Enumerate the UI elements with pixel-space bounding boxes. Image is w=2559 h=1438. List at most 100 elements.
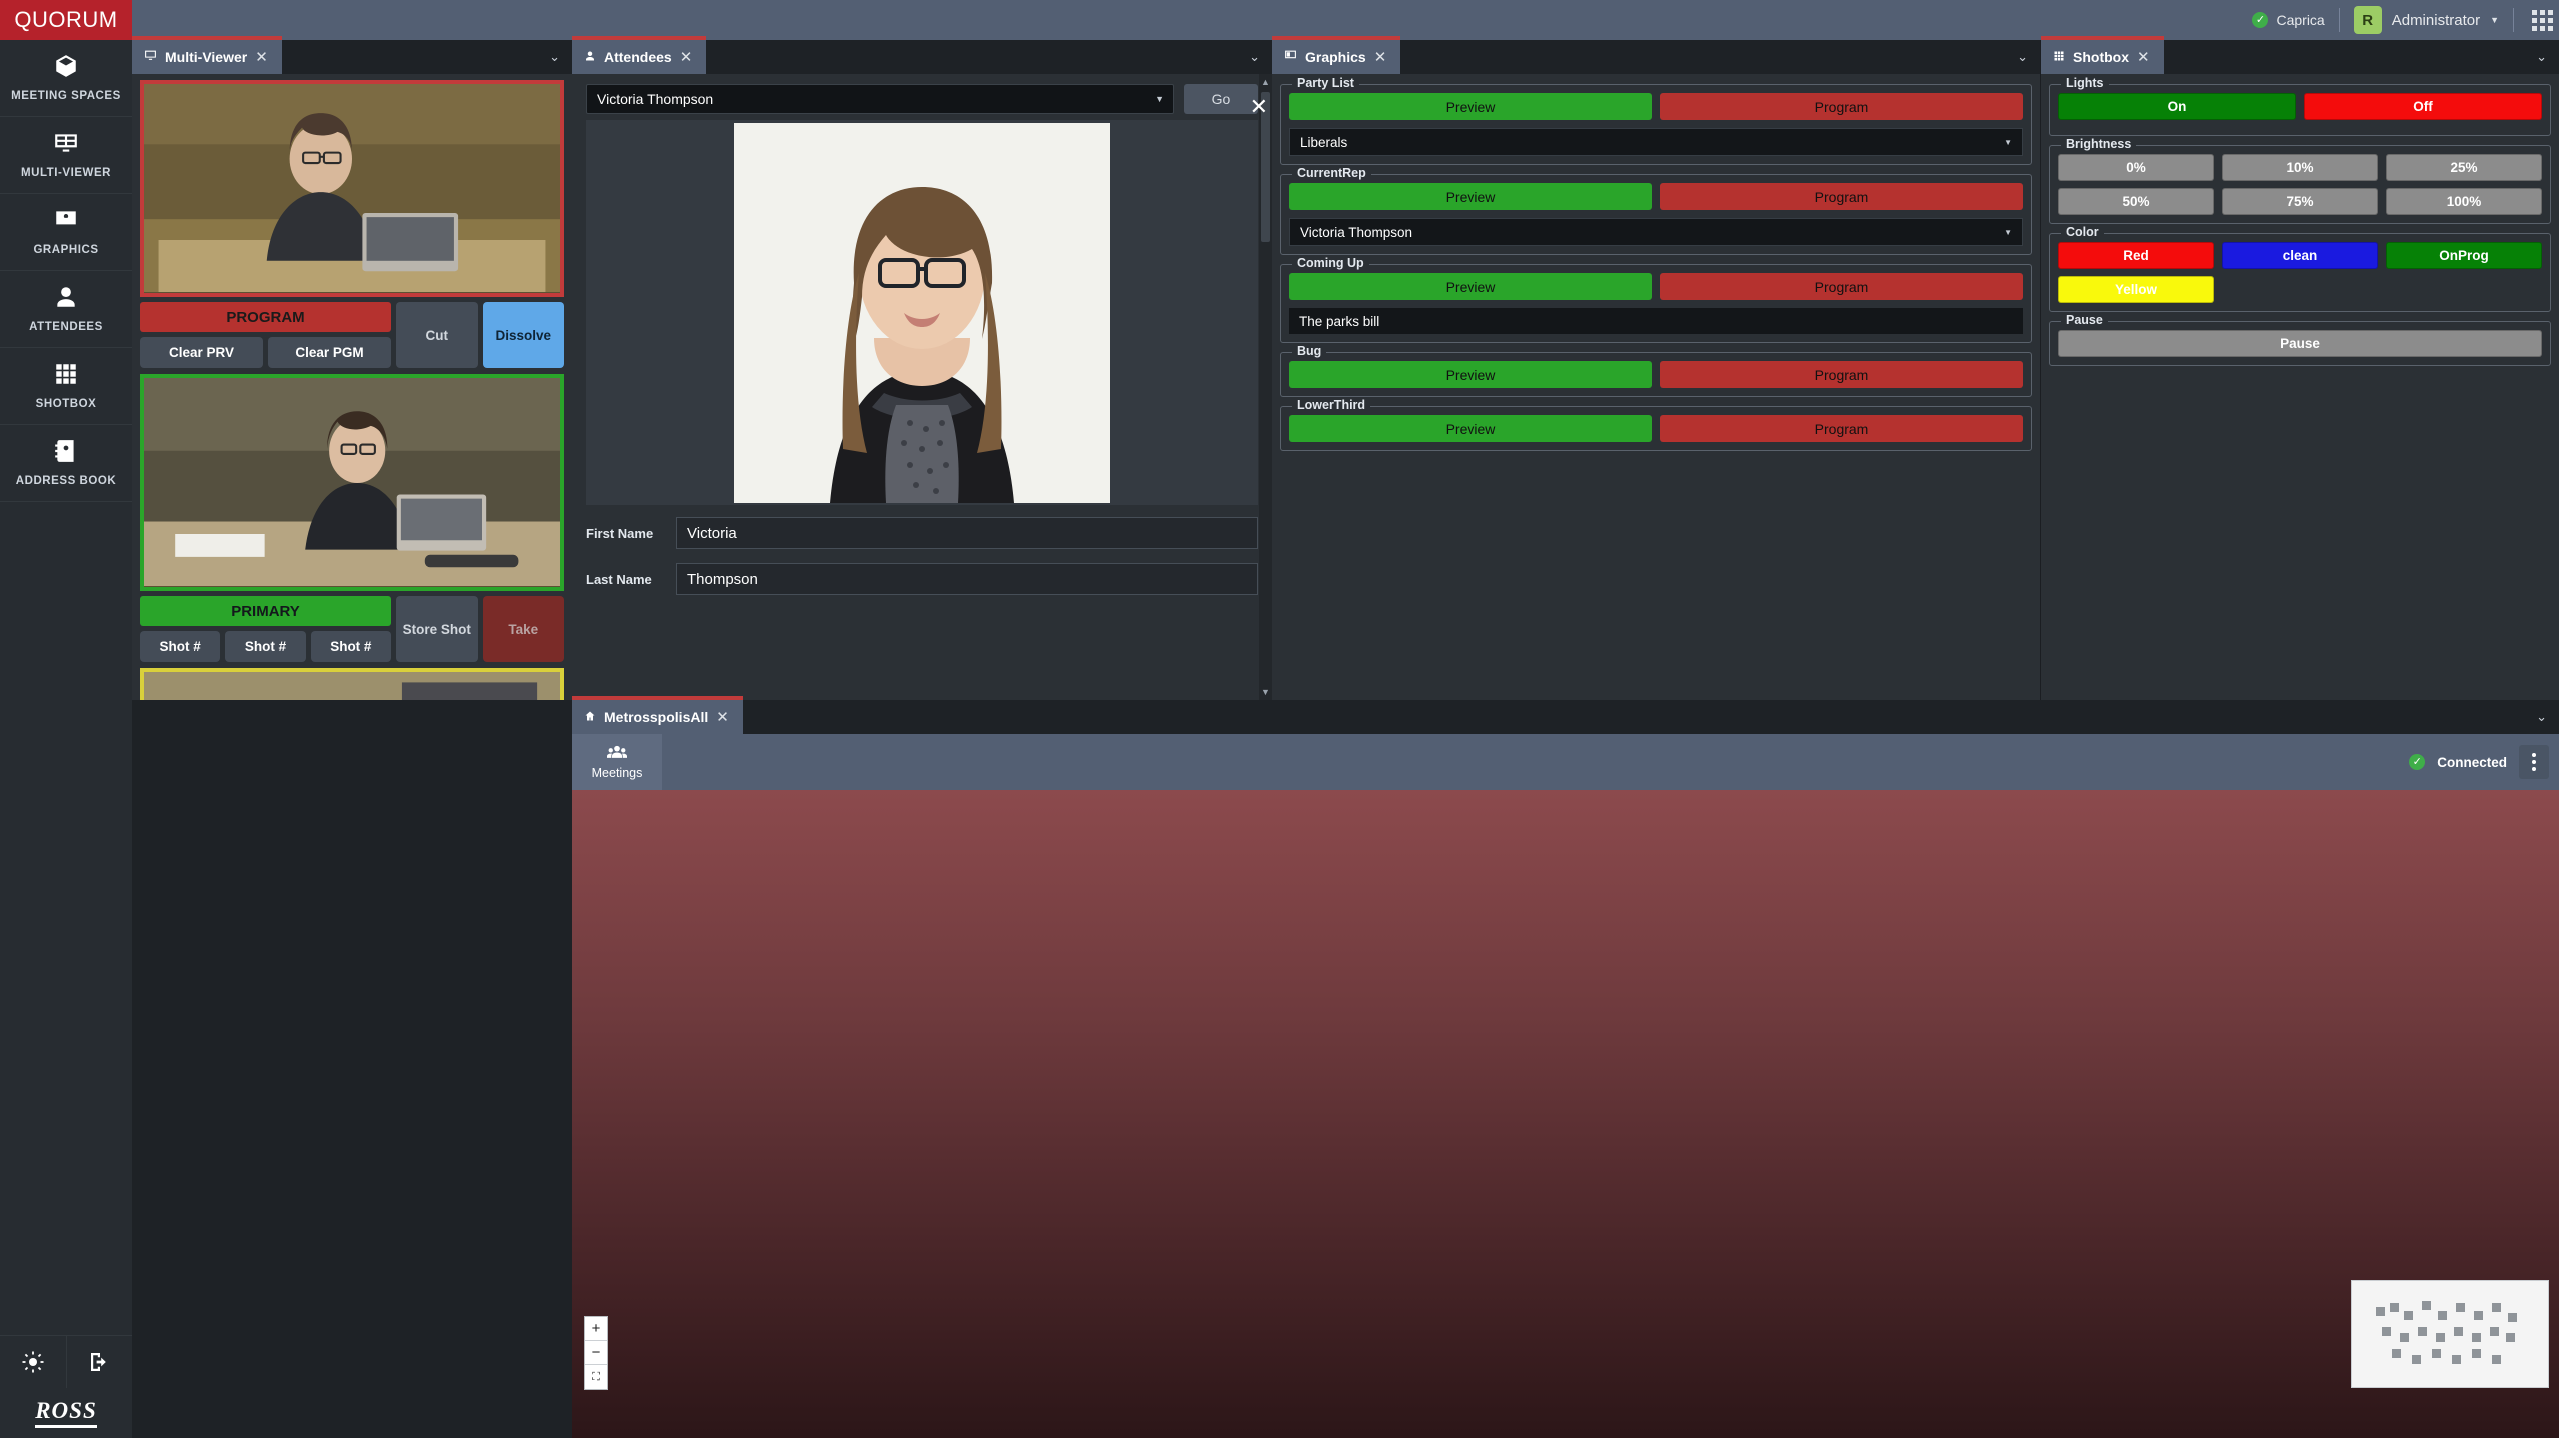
sidebar-item-shotbox[interactable]: SHOTBOX: [0, 348, 132, 425]
brightness-10-button[interactable]: 10%: [2222, 154, 2378, 181]
multiview-icon: [4, 130, 128, 156]
last-name-input[interactable]: Thompson: [676, 563, 1258, 595]
sidebar-item-attendees[interactable]: ATTENDEES: [0, 271, 132, 348]
sidebar-item-address-book[interactable]: ADDRESS BOOK: [0, 425, 132, 502]
preview-button[interactable]: Preview: [1289, 183, 1652, 210]
more-vertical-icon[interactable]: [2519, 745, 2549, 779]
brightness-75-button[interactable]: 75%: [2222, 188, 2378, 215]
preview-program-row: Preview Program: [1289, 415, 2023, 442]
program-button[interactable]: Program: [1660, 183, 2023, 210]
sidebar-item-meeting-spaces[interactable]: MEETING SPACES: [0, 40, 132, 117]
minimap[interactable]: [2351, 1280, 2549, 1388]
current-rep-select[interactable]: Victoria Thompson ▼: [1289, 218, 2023, 246]
video-thumbnail[interactable]: [140, 80, 564, 297]
preview-button[interactable]: Preview: [1289, 361, 1652, 388]
attendees-scrollbar[interactable]: ▲ ▼: [1259, 74, 1272, 700]
brightness-100-button[interactable]: 100%: [2386, 188, 2542, 215]
store-shot-button[interactable]: Store Shot: [396, 596, 478, 662]
close-icon[interactable]: ✕: [680, 48, 693, 66]
sidebar-item-label: GRAPHICS: [33, 244, 99, 256]
scroll-up-icon[interactable]: ▲: [1261, 77, 1270, 87]
program-button[interactable]: Program: [1660, 361, 2023, 388]
video-thumbnail[interactable]: [140, 668, 564, 700]
party-list-select[interactable]: Liberals ▼: [1289, 128, 2023, 156]
panel-shotbox: Shotbox ✕ ⌄ Lights On Off Brightness 0% …: [2040, 36, 2559, 700]
clear-prv-button[interactable]: Clear PRV: [140, 337, 263, 368]
shot-slot-button[interactable]: Shot #: [140, 631, 221, 662]
monitor-icon: [144, 49, 157, 65]
chevron-down-icon[interactable]: ⌄: [2536, 709, 2547, 725]
logout-icon[interactable]: [67, 1336, 133, 1388]
mv-state-button[interactable]: PRIMARY: [140, 596, 391, 626]
shotbox-group-pause: Pause Pause: [2049, 313, 2551, 366]
color-clean-button[interactable]: clean: [2222, 242, 2378, 269]
close-icon[interactable]: ✕: [255, 48, 268, 66]
sidebar-nav: MEETING SPACES MULTI-VIEWER GRAPHICS ATT…: [0, 40, 132, 1438]
shot-slot-button[interactable]: Shot #: [225, 631, 306, 662]
take-button[interactable]: Take: [482, 596, 564, 662]
grid-apps-icon[interactable]: [2532, 9, 2553, 31]
clear-pgm-button[interactable]: Clear PGM: [268, 337, 391, 368]
mv-block-secondary: SECONDARY Shot # Shot # Shot # Sto: [140, 668, 564, 700]
tab-label: Graphics: [1305, 49, 1366, 65]
attendee-select[interactable]: Victoria Thompson ▼: [586, 84, 1174, 114]
chevron-down-icon[interactable]: ⌄: [2536, 49, 2547, 65]
brightness-25-button[interactable]: 25%: [2386, 154, 2542, 181]
program-button[interactable]: Program: [1660, 93, 2023, 120]
dissolve-button[interactable]: Dissolve: [482, 302, 564, 368]
cut-button[interactable]: Cut: [396, 302, 478, 368]
video-thumbnail[interactable]: [140, 374, 564, 591]
close-icon[interactable]: ✕: [716, 708, 729, 726]
zoom-in-button[interactable]: +: [585, 1317, 607, 1341]
meeting-space-stage[interactable]: + − ⛶ R City MetRosspolis SCREEN: [572, 790, 2559, 1438]
tab-graphics[interactable]: Graphics ✕: [1272, 36, 1401, 74]
shot-slot-button[interactable]: Shot #: [310, 631, 391, 662]
chevron-down-icon[interactable]: ⌄: [549, 49, 560, 65]
sidebar-item-graphics[interactable]: GRAPHICS: [0, 194, 132, 271]
brightness-50-button[interactable]: 50%: [2058, 188, 2214, 215]
brightness-icon[interactable]: [0, 1336, 67, 1388]
sidebar-item-label: SHOTBOX: [35, 398, 97, 410]
tab-multi-viewer[interactable]: Multi-Viewer ✕: [132, 36, 282, 74]
panel-header-actions: ⌄: [1249, 40, 1272, 74]
close-panel-icon[interactable]: ✕: [1250, 94, 1268, 120]
program-button[interactable]: Program: [1660, 415, 2023, 442]
program-button[interactable]: Program: [1660, 273, 2023, 300]
tab-shotbox[interactable]: Shotbox ✕: [2041, 36, 2164, 74]
close-icon[interactable]: ✕: [1374, 48, 1387, 66]
scroll-down-icon[interactable]: ▼: [1261, 687, 1270, 697]
color-red-button[interactable]: Red: [2058, 242, 2214, 269]
attendee-fields: First Name Victoria Last Name Thompson: [572, 505, 1272, 595]
tab-attendees[interactable]: Attendees ✕: [572, 36, 707, 74]
brightness-0-button[interactable]: 0%: [2058, 154, 2214, 181]
panel-multi-viewer: Multi-Viewer ✕ ⌄ PROGRAM Clear PRV Clear…: [132, 36, 572, 700]
preview-button[interactable]: Preview: [1289, 93, 1652, 120]
coming-up-input[interactable]: The parks bill: [1289, 308, 2023, 334]
color-onprog-button[interactable]: OnProg: [2386, 242, 2542, 269]
preview-button[interactable]: Preview: [1289, 273, 1652, 300]
pause-button[interactable]: Pause: [2058, 330, 2542, 357]
chevron-down-icon: ▼: [2490, 15, 2499, 25]
panel-body: Lights On Off Brightness 0% 10% 25% 50% …: [2041, 74, 2559, 700]
app-body: MEETING SPACES MULTI-VIEWER GRAPHICS ATT…: [0, 36, 2559, 1438]
tab-metrosspolis-all[interactable]: MetrosspolisAll ✕: [572, 696, 743, 734]
zoom-fit-button[interactable]: ⛶: [585, 1365, 607, 1389]
chevron-down-icon[interactable]: ⌄: [1249, 49, 1260, 65]
preview-button[interactable]: Preview: [1289, 415, 1652, 442]
sidebar-item-label: ADDRESS BOOK: [15, 475, 117, 487]
chevron-down-icon[interactable]: ⌄: [2017, 49, 2028, 65]
lights-off-button[interactable]: Off: [2304, 93, 2542, 120]
mv-block-program: PROGRAM Clear PRV Clear PGM Cut Dissolve: [140, 80, 564, 368]
meetings-button[interactable]: Meetings: [572, 734, 662, 790]
first-name-input[interactable]: Victoria: [676, 517, 1258, 549]
go-button[interactable]: Go: [1184, 84, 1258, 114]
color-yellow-button[interactable]: Yellow: [2058, 276, 2214, 303]
panel-body: Party List Preview Program Liberals ▼ Cu…: [1272, 74, 2040, 700]
close-icon[interactable]: ✕: [2137, 48, 2150, 66]
mv-state-button[interactable]: PROGRAM: [140, 302, 391, 332]
sidebar-item-multi-viewer[interactable]: MULTI-VIEWER: [0, 117, 132, 194]
group-legend: Brightness: [2061, 137, 2137, 151]
lights-on-button[interactable]: On: [2058, 93, 2296, 120]
user-menu[interactable]: R Administrator ▼: [2353, 6, 2499, 34]
zoom-out-button[interactable]: −: [585, 1341, 607, 1365]
